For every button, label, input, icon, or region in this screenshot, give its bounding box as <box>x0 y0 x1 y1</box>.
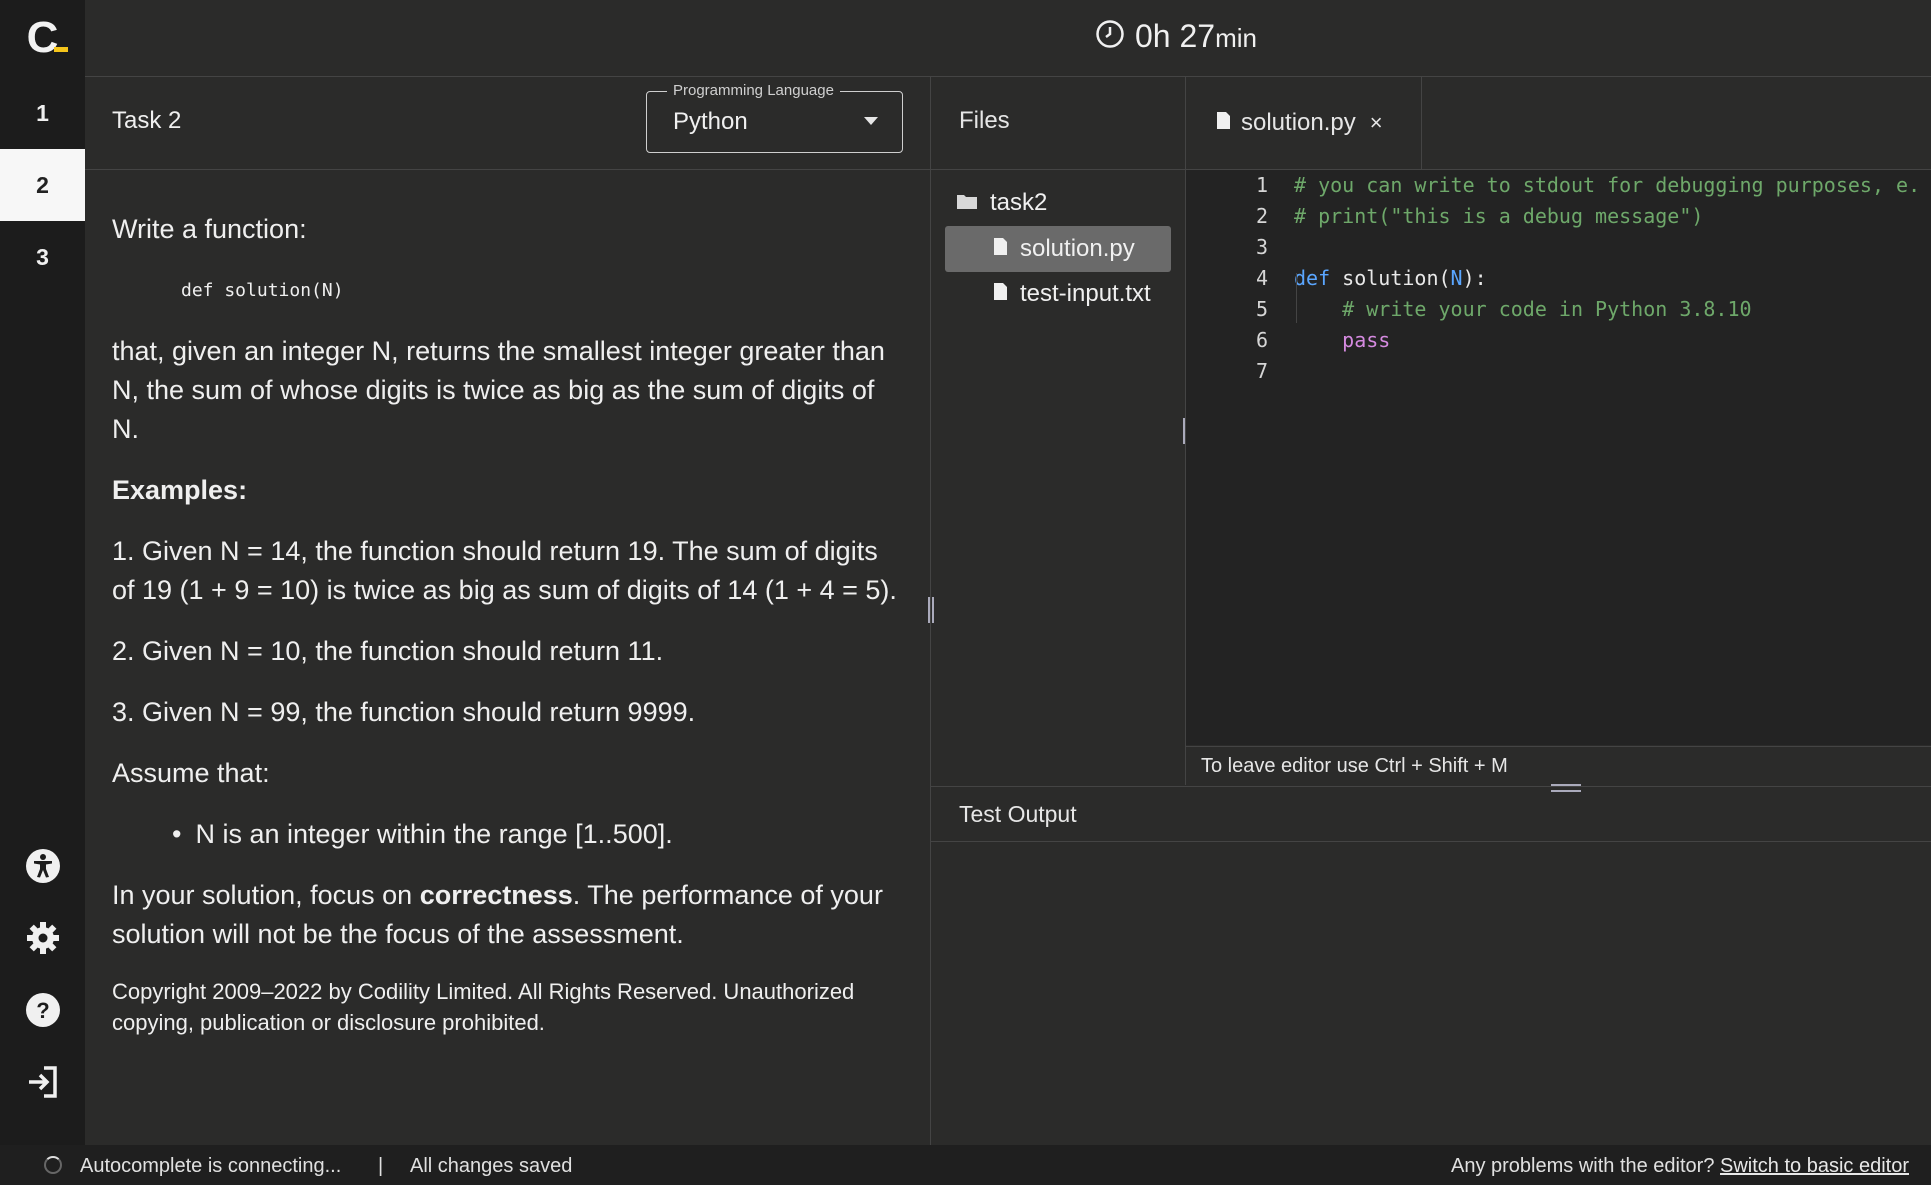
dropdown-caret-icon <box>864 117 878 125</box>
focus-bold: correctness <box>419 880 573 910</box>
test-output-header: Test Output <box>931 786 1931 842</box>
codility-logo: C <box>0 0 85 76</box>
output-top-divider <box>931 786 1931 787</box>
code-line-6: pass <box>1294 328 1391 352</box>
line-number: 4 <box>1255 266 1268 290</box>
editor-hint: To leave editor use Ctrl + Shift + M <box>1186 746 1931 785</box>
save-status: All changes saved <box>410 1155 573 1177</box>
copyright-notice: Copyright 2009–2022 by Codility Limited.… <box>112 979 855 1035</box>
tree-file-solution[interactable]: solution.py <box>993 235 1135 263</box>
code-function-name: solution( <box>1330 266 1451 290</box>
task-title: Task 2 <box>112 107 182 134</box>
file-label: test-input.txt <box>1020 280 1151 307</box>
line-number: 3 <box>1255 235 1268 259</box>
language-select-value: Python <box>673 108 748 135</box>
code-line-1: # you can write to stdout for debugging … <box>1294 173 1921 197</box>
example-1: 1. Given N = 14, the function should ret… <box>112 536 897 605</box>
top-bar: 0h 27min <box>85 0 1931 77</box>
switch-basic-editor-link[interactable]: Switch to basic editor <box>1720 1155 1909 1177</box>
exit-icon[interactable] <box>25 1064 61 1100</box>
editor-tab-bar: solution.py × <box>1186 77 1931 170</box>
timer-minutes: 27 <box>1179 18 1216 54</box>
files-header: Files <box>931 77 1185 170</box>
task-tab-2[interactable]: 2 <box>0 149 85 221</box>
tab-solution-py[interactable]: solution.py × <box>1186 77 1422 169</box>
timer-text: 0h 27min <box>1135 18 1257 55</box>
problem-text: Any problems with the editor? <box>1450 1155 1721 1177</box>
timer-hours: 0h <box>1135 18 1171 54</box>
test-output-title: Test Output <box>959 801 1077 827</box>
file-icon <box>993 280 1008 308</box>
line-number: 2 <box>1255 204 1268 228</box>
code-keyword-def: def <box>1294 266 1331 290</box>
status-separator: | <box>378 1155 384 1177</box>
code-paren-close: ): <box>1462 266 1487 290</box>
task-header: Task 2 Programming Language Python <box>85 77 930 170</box>
code-line-5: # write your code in Python 3.8.10 <box>1294 297 1752 321</box>
task-tab-1[interactable]: 1 <box>0 77 85 149</box>
code-line-4: def solution(N): <box>1294 266 1487 290</box>
svg-text:?: ? <box>36 998 49 1023</box>
assumption-item: • N is an integer within the range [1..50… <box>112 815 902 854</box>
loading-spinner-icon <box>44 1156 62 1174</box>
focus-prefix: In your solution, focus on <box>112 880 420 910</box>
file-label: solution.py <box>1020 235 1135 262</box>
examples-heading: Examples: <box>112 475 248 505</box>
language-select-label: Programming Language <box>667 82 840 99</box>
timer-unit: min <box>1215 23 1257 53</box>
file-icon <box>1216 109 1231 137</box>
line-number: 1 <box>1255 173 1268 197</box>
timer: 0h 27min <box>1095 18 1257 55</box>
focus-note: In your solution, focus on correctness. … <box>112 876 902 954</box>
tree-file-test-input[interactable]: test-input.txt <box>993 280 1151 308</box>
line-number: 7 <box>1255 359 1268 383</box>
accessibility-icon[interactable] <box>25 848 61 884</box>
folder-label: task2 <box>990 189 1048 216</box>
function-signature: def solution(N) <box>181 280 344 301</box>
folder-icon <box>956 189 978 217</box>
tree-folder-task2[interactable]: task2 <box>956 189 1047 217</box>
logo-letter: C <box>26 13 59 62</box>
clock-icon <box>1095 19 1125 54</box>
autocomplete-status: Autocomplete is connecting... <box>80 1155 342 1177</box>
left-rail: C 1 2 3 ? <box>0 0 85 1145</box>
task-tab-3[interactable]: 3 <box>0 221 85 293</box>
line-number: 5 <box>1255 297 1268 321</box>
close-tab-icon[interactable]: × <box>1370 110 1383 136</box>
code-editor[interactable]: 1 2 3 4 5 6 7 # you can write to stdout … <box>1186 170 1931 745</box>
assume-heading: Assume that: <box>112 758 270 788</box>
bullet-dot: • <box>172 819 182 849</box>
task-intro: Write a function: <box>112 214 307 244</box>
status-bar: Autocomplete is connecting... | All chan… <box>0 1145 1931 1185</box>
code-line-2: # print("this is a debug message") <box>1294 204 1704 228</box>
assumption-text: N is an integer within the range [1..500… <box>195 819 673 849</box>
example-2: 2. Given N = 10, the function should ret… <box>112 636 664 666</box>
file-icon <box>993 235 1008 263</box>
help-icon[interactable]: ? <box>25 992 61 1028</box>
editor-problem-notice: Any problems with the editor? Switch to … <box>1451 1155 1909 1178</box>
task-problem-statement: that, given an integer N, returns the sm… <box>112 336 885 444</box>
tab-label: solution.py <box>1241 109 1356 136</box>
example-3: 3. Given N = 99, the function should ret… <box>112 697 696 727</box>
language-select[interactable]: Programming Language Python <box>646 82 903 153</box>
files-title: Files <box>959 107 1010 134</box>
line-number: 6 <box>1255 328 1268 352</box>
task-panel-resize-handle[interactable] <box>928 597 934 623</box>
settings-gear-icon[interactable] <box>25 920 61 956</box>
task-description: Write a function: def solution(N) that, … <box>112 210 902 1060</box>
code-param: N <box>1450 266 1463 290</box>
logo-cursor-dash <box>54 47 68 52</box>
